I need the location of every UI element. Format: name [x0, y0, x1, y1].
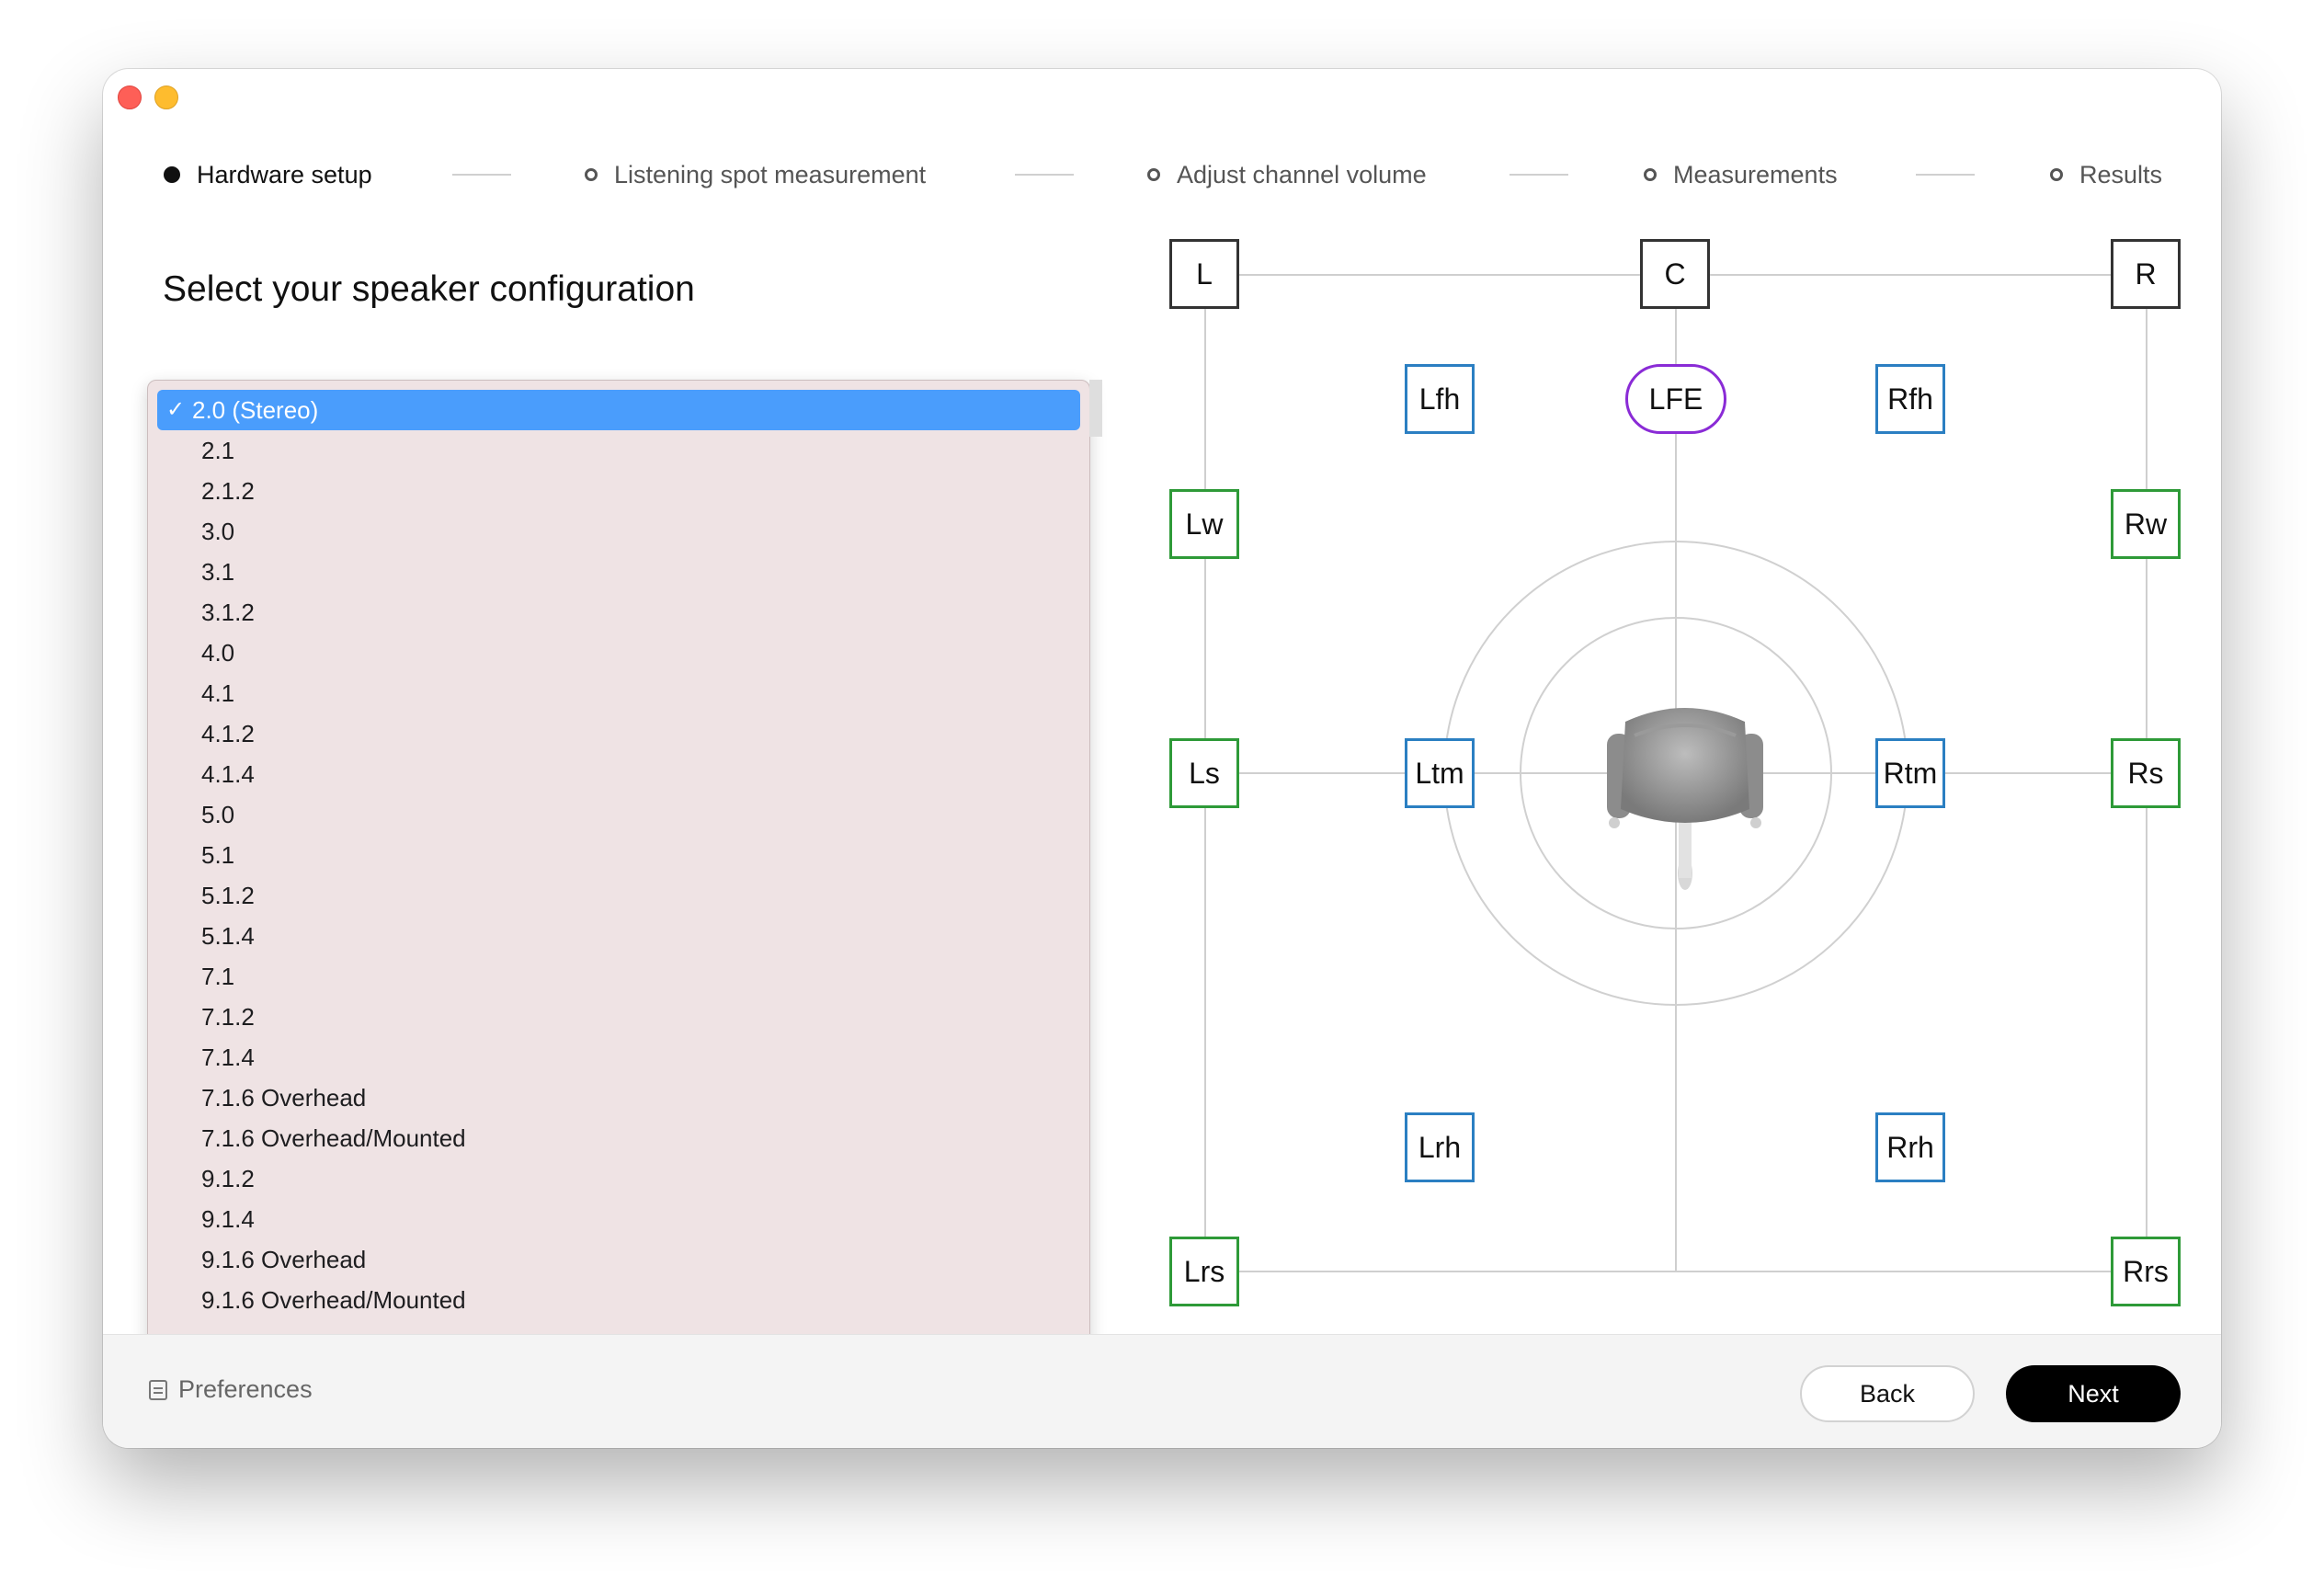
step-pending-dot-icon: [1644, 168, 1657, 181]
page-title: Select your speaker configuration: [163, 269, 695, 309]
config-option[interactable]: 4.0: [157, 633, 1080, 673]
step-pending-dot-icon: [585, 168, 598, 181]
step-adjust-channel-volume: Adjust channel volume: [1147, 152, 1427, 198]
next-button[interactable]: Next: [2006, 1365, 2181, 1422]
speaker-LFE: LFE: [1625, 364, 1726, 434]
footer-bar: Preferences Back Next: [103, 1334, 2221, 1448]
speaker-C: C: [1640, 239, 1710, 309]
speaker-Lrs: Lrs: [1169, 1237, 1239, 1306]
preferences-label: Preferences: [178, 1375, 313, 1403]
step-separator: [1916, 174, 1975, 176]
speaker-R: R: [2111, 239, 2181, 309]
config-option[interactable]: 9.1.2: [157, 1158, 1080, 1199]
step-separator: [1509, 174, 1568, 176]
step-separator: [452, 174, 511, 176]
grid-line: [1204, 1271, 2147, 1272]
config-option[interactable]: 5.0: [157, 794, 1080, 835]
config-option[interactable]: 3.0: [157, 511, 1080, 552]
speaker-Rfh: Rfh: [1875, 364, 1945, 434]
config-option[interactable]: 3.1: [157, 552, 1080, 592]
step-results: Results: [2050, 152, 2162, 198]
checkmark-icon: ✓: [166, 397, 186, 422]
speaker-L: L: [1169, 239, 1239, 309]
config-option[interactable]: 7.1.4: [157, 1037, 1080, 1078]
config-option[interactable]: 4.1.4: [157, 754, 1080, 794]
config-option[interactable]: 7.1.6 Overhead/Mounted: [157, 1118, 1080, 1158]
speaker-Rtm: Rtm: [1875, 738, 1945, 808]
preferences-link[interactable]: Preferences: [149, 1375, 313, 1404]
config-option[interactable]: 7.1: [157, 956, 1080, 997]
config-option[interactable]: 9.1.6 Overhead/Mounted: [157, 1280, 1080, 1320]
step-hardware-setup: Hardware setup: [164, 152, 372, 198]
config-option[interactable]: 2.1: [157, 430, 1080, 471]
document-icon: [149, 1379, 167, 1400]
listener-chair-icon: [1607, 708, 1763, 890]
step-measurements: Measurements: [1644, 152, 1838, 198]
config-option[interactable]: 7.1.2: [157, 997, 1080, 1037]
step-active-dot-icon: [164, 166, 180, 183]
wizard-stepper: Hardware setup Listening spot measuremen…: [103, 152, 2221, 198]
step-label: Results: [2079, 160, 2163, 188]
step-pending-dot-icon: [2050, 168, 2063, 181]
config-option[interactable]: 3.1.2: [157, 592, 1080, 633]
config-option[interactable]: 4.1: [157, 673, 1080, 713]
config-option[interactable]: 5.1.2: [157, 875, 1080, 916]
back-button[interactable]: Back: [1800, 1365, 1975, 1422]
step-label: Measurements: [1673, 160, 1838, 188]
step-pending-dot-icon: [1147, 168, 1160, 181]
speaker-Ls: Ls: [1169, 738, 1239, 808]
step-label: Listening spot measurement: [614, 160, 927, 188]
speaker-layout-diagram: L C R Lfh LFE Rfh Lw Rw Ls Ltm Rtm Rs Lr…: [1169, 239, 2221, 1402]
speaker-Lfh: Lfh: [1405, 364, 1475, 434]
config-option[interactable]: 9.1.6 Overhead: [157, 1239, 1080, 1280]
speaker-Ltm: Ltm: [1405, 738, 1475, 808]
speaker-Rrh: Rrh: [1875, 1112, 1945, 1182]
config-option[interactable]: 7.1.6 Overhead: [157, 1078, 1080, 1118]
speaker-Lw: Lw: [1169, 489, 1239, 559]
config-option[interactable]: 4.1.2: [157, 713, 1080, 754]
step-separator: [1015, 174, 1074, 176]
app-window: Hardware setup Listening spot measuremen…: [103, 69, 2221, 1448]
speaker-Rrs: Rrs: [2111, 1237, 2181, 1306]
minimize-window-button[interactable]: [154, 86, 178, 109]
step-label: Adjust channel volume: [1177, 160, 1427, 188]
config-option[interactable]: 5.1: [157, 835, 1080, 875]
close-window-button[interactable]: [118, 86, 142, 109]
config-option[interactable]: 5.1.4: [157, 916, 1080, 956]
speaker-configuration-dropdown[interactable]: ✓ 2.0 (Stereo) 2.1 2.1.2 3.0 3.1 3.1.2 4…: [147, 380, 1090, 1399]
config-option[interactable]: ✓ 2.0 (Stereo): [157, 390, 1080, 430]
config-option[interactable]: 2.1.2: [157, 471, 1080, 511]
step-listening-spot-measurement: Listening spot measurement: [585, 152, 926, 198]
speaker-Rs: Rs: [2111, 738, 2181, 808]
speaker-Rw: Rw: [2111, 489, 2181, 559]
dropdown-scrollbar[interactable]: [1089, 380, 1102, 437]
step-label: Hardware setup: [197, 160, 372, 188]
config-option[interactable]: 9.1.4: [157, 1199, 1080, 1239]
speaker-Lrh: Lrh: [1405, 1112, 1475, 1182]
